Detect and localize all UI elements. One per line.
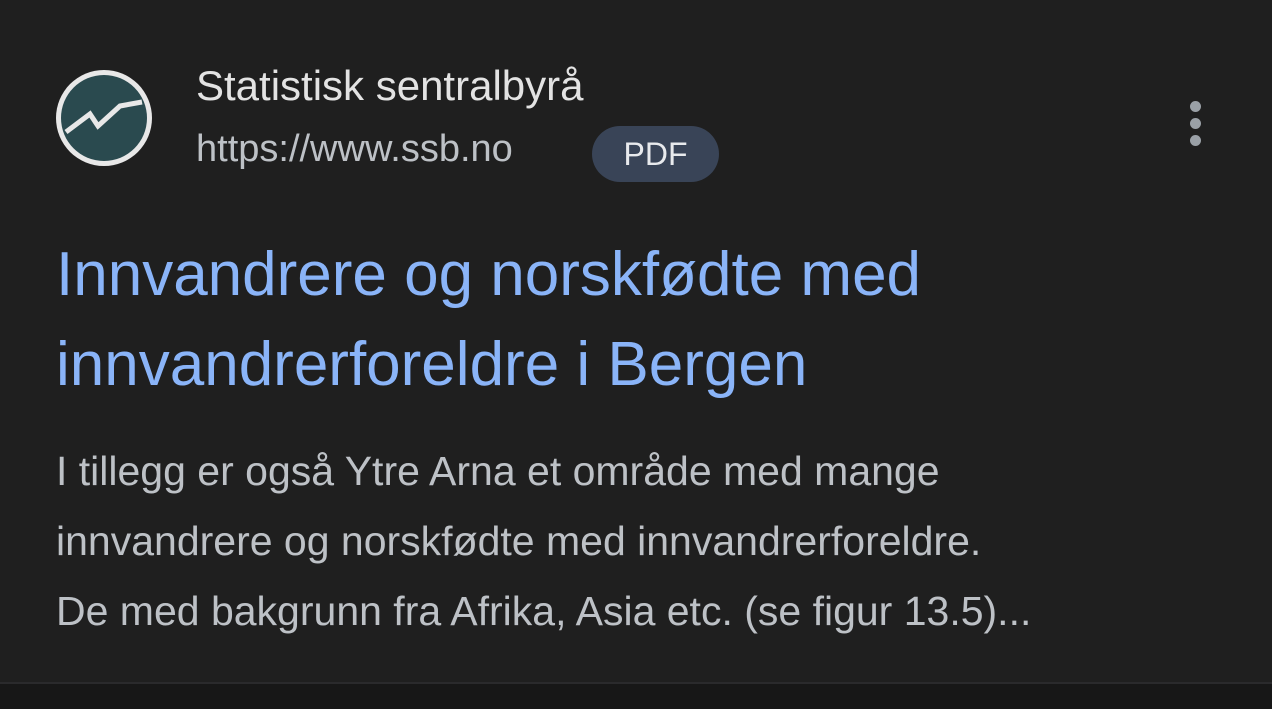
ssb-logo-icon[interactable] — [56, 70, 152, 166]
site-name[interactable]: Statistisk sentralbyrå — [196, 62, 583, 110]
result-title-line-2: innvandrerforeldre i Bergen — [56, 330, 808, 399]
result-title-line-1: Innvandrere og norskfødte med — [56, 240, 922, 309]
search-result-card: Statistisk sentralbyrå https://www.ssb.n… — [0, 0, 1272, 682]
snippet-line-3: De med bakgrunn fra Afrika, Asia etc. (s… — [56, 588, 1032, 634]
snippet-line-1: I tillegg er også Ytre Arna et område me… — [56, 448, 940, 494]
next-result-edge — [0, 682, 1272, 709]
ssb-logo-graphic — [61, 75, 147, 161]
more-dot — [1189, 100, 1201, 112]
more-dot — [1189, 134, 1201, 146]
result-snippet: I tillegg er også Ytre Arna et område me… — [56, 436, 1246, 646]
more-vert-icon[interactable] — [1170, 98, 1220, 148]
snippet-line-2: innvandrere og norskfødte med innvandrer… — [56, 518, 982, 564]
result-title-link[interactable]: Innvandrere og norskfødte med innvandrer… — [56, 230, 1216, 410]
pdf-badge: PDF — [592, 126, 719, 182]
more-dot — [1189, 117, 1201, 129]
site-url[interactable]: https://www.ssb.no — [196, 128, 513, 171]
